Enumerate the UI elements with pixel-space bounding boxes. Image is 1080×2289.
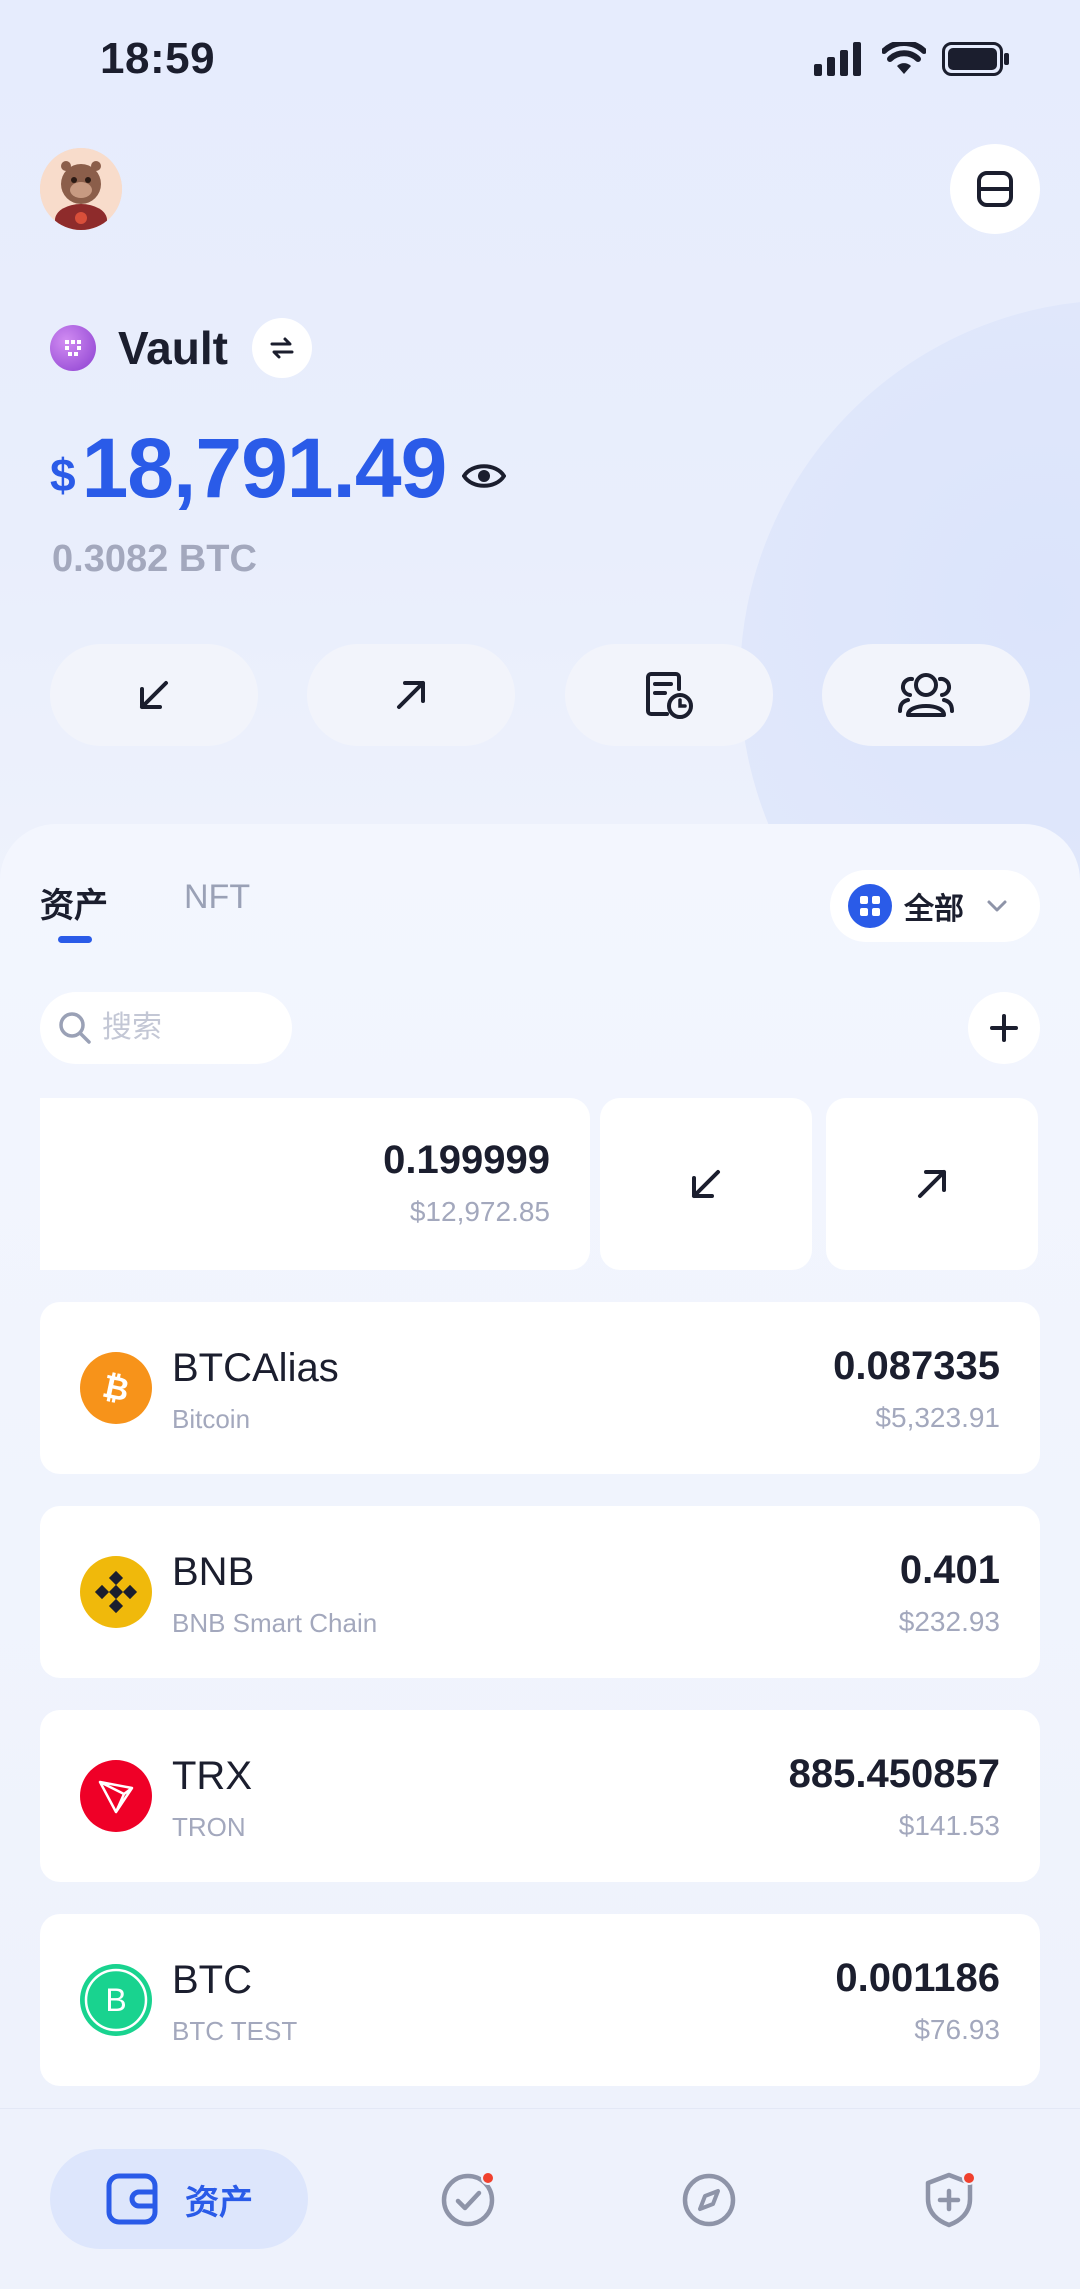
- send-button[interactable]: [307, 644, 516, 746]
- eye-icon[interactable]: [461, 461, 507, 496]
- asset-amount: 885.450857: [788, 1752, 1000, 1796]
- signal-icon: [814, 42, 861, 76]
- asset-fiat-value: $141.53: [898, 1810, 1000, 1841]
- nav-discover[interactable]: [678, 2169, 740, 2231]
- asset-row-bnb[interactable]: BNB BNB Smart Chain 0.401 $232.93: [40, 1506, 1040, 1678]
- wallet-name: Vault: [118, 322, 228, 374]
- asset-row-btcalias[interactable]: ₿ BTCAlias Bitcoin 0.087335 $5,323.91: [40, 1302, 1040, 1474]
- chevron-down-icon: [987, 900, 1007, 912]
- balance-value: 18,791.49: [81, 421, 448, 515]
- nav-security[interactable]: [918, 2169, 980, 2231]
- search-box: [40, 992, 292, 1064]
- asset-fiat-value: $76.93: [914, 2014, 1000, 2045]
- wallet-selector[interactable]: Vault: [50, 318, 312, 378]
- notification-badge: [481, 2171, 495, 2185]
- status-icons: [814, 42, 1010, 76]
- nav-assets[interactable]: 资产: [50, 2149, 308, 2249]
- asset-fiat-value: $12,972.85: [409, 1196, 550, 1227]
- send-arrow-icon: [397, 681, 426, 709]
- asset-symbol: BTCAlias: [172, 1346, 339, 1390]
- tab-assets[interactable]: 资产: [40, 878, 108, 943]
- asset-chain: TRON: [172, 1812, 246, 1842]
- search-icon: [59, 1012, 91, 1044]
- asset-amount: 0.199999: [383, 1138, 550, 1182]
- swap-arrows-icon: [270, 337, 294, 359]
- scan-icon: [977, 171, 1013, 207]
- asset-symbol: BNB: [172, 1550, 255, 1594]
- history-button[interactable]: [564, 644, 773, 746]
- battery-icon: [942, 42, 1009, 76]
- row-receive-button[interactable]: [600, 1098, 812, 1270]
- add-asset-button[interactable]: [968, 992, 1040, 1064]
- receive-arrow-icon: [140, 681, 168, 709]
- action-bar: [50, 644, 1030, 746]
- receive-button[interactable]: [50, 644, 258, 746]
- bnb-logo-icon: [80, 1556, 152, 1628]
- balance-currency: $: [50, 449, 76, 501]
- scan-button[interactable]: [950, 144, 1040, 234]
- switch-wallet-button[interactable]: [251, 318, 312, 378]
- total-balance: $ 18,791.49: [50, 421, 507, 515]
- compass-icon: [682, 2173, 736, 2227]
- asset-fiat-value: $5,323.91: [875, 1402, 1000, 1433]
- status-bar: 18:59: [0, 0, 1080, 120]
- contacts-button[interactable]: [821, 644, 1030, 746]
- balance-btc: 0.3082 BTC: [52, 538, 257, 580]
- asset-symbol: TRX: [172, 1754, 252, 1798]
- contacts-icon: [897, 673, 954, 717]
- send-arrow-icon: [918, 1170, 946, 1198]
- asset-fiat-value: $232.93: [898, 1606, 1000, 1637]
- svg-text:₿: ₿: [99, 1368, 132, 1408]
- receive-arrow-icon: [692, 1170, 720, 1198]
- wallet-avatar-icon: [50, 325, 96, 371]
- nav-tasks[interactable]: [437, 2169, 499, 2231]
- logo-letter: B: [105, 1982, 126, 2018]
- asset-chain: BNB Smart Chain: [172, 1608, 378, 1638]
- asset-chain: Bitcoin: [172, 1404, 251, 1434]
- notification-badge: [962, 2171, 976, 2185]
- avatar[interactable]: [40, 148, 122, 230]
- asset-amount: 0.001186: [835, 1956, 1000, 2000]
- search-input[interactable]: [102, 1011, 272, 1045]
- status-time: 18:59: [100, 34, 216, 83]
- tab-nft[interactable]: NFT: [184, 878, 250, 927]
- swiped-asset-row[interactable]: 0.199999 $12,972.85: [40, 1098, 590, 1270]
- wallet-icon: [106, 2173, 158, 2225]
- tron-logo-icon: [80, 1760, 152, 1832]
- asset-chain: BTC TEST: [172, 2016, 298, 2046]
- bitcoin-logo-icon: ₿: [80, 1352, 152, 1424]
- asset-amount: 0.087335: [833, 1344, 1000, 1388]
- row-send-button[interactable]: [826, 1098, 1038, 1270]
- wifi-icon: [882, 42, 926, 74]
- asset-amount: 0.401: [899, 1548, 1000, 1592]
- history-icon: [645, 672, 693, 719]
- filter-label: 全部: [904, 893, 964, 926]
- nav-assets-label: 资产: [185, 2183, 253, 2222]
- asset-tabs: 资产 NFT: [40, 878, 250, 943]
- asset-row-btc-test[interactable]: B BTC BTC TEST 0.001186 $76.93: [40, 1914, 1040, 2086]
- asset-row-trx[interactable]: TRX TRON 885.450857 $141.53: [40, 1710, 1040, 1882]
- plus-icon: [990, 1014, 1018, 1042]
- grid-icon: [848, 884, 892, 928]
- network-filter-dropdown[interactable]: 全部: [830, 870, 1040, 942]
- asset-list: ₿ BTCAlias Bitcoin 0.087335 $5,323.91 BN…: [40, 1302, 1040, 2118]
- bottom-nav: 资产: [0, 2108, 1080, 2289]
- asset-symbol: BTC: [172, 1958, 252, 2002]
- btc-test-logo-icon: B: [80, 1964, 152, 2036]
